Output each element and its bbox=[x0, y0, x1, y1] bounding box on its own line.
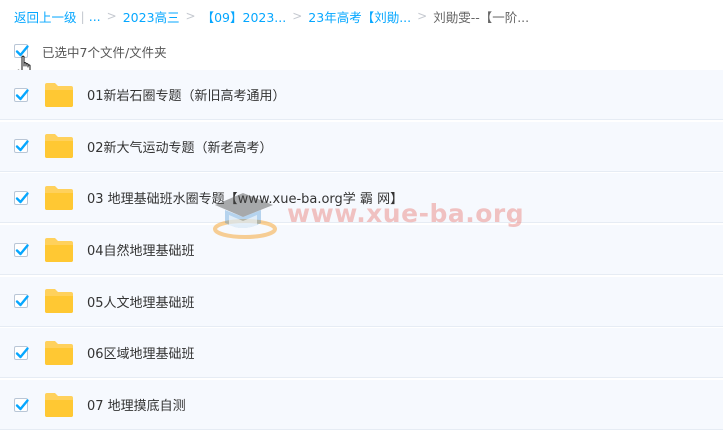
row-checkbox[interactable] bbox=[14, 294, 29, 309]
file-name[interactable]: 05人文地理基础班 bbox=[87, 292, 195, 311]
folder-icon bbox=[45, 82, 73, 107]
check-icon bbox=[15, 398, 29, 410]
breadcrumb-item-1[interactable]: 2023高三 bbox=[123, 7, 180, 26]
list-item[interactable]: 07 地理摸底自测 bbox=[0, 380, 723, 431]
file-name[interactable]: 07 地理摸底自测 bbox=[87, 395, 186, 414]
chevron-right-icon: > bbox=[417, 9, 428, 23]
breadcrumb: 返回上一级 | ... > 2023高三 > 【09】2023... > 23年… bbox=[0, 0, 723, 32]
chevron-right-icon: > bbox=[106, 9, 117, 23]
check-icon bbox=[15, 243, 29, 255]
row-checkbox[interactable] bbox=[14, 242, 29, 257]
row-checkbox[interactable] bbox=[14, 190, 29, 205]
row-checkbox[interactable] bbox=[14, 139, 29, 154]
file-name[interactable]: 01新岩石圈专题（新旧高考通用） bbox=[87, 85, 286, 104]
check-icon bbox=[15, 347, 29, 359]
folder-icon bbox=[45, 289, 73, 314]
folder-icon bbox=[45, 340, 73, 365]
folder-icon bbox=[45, 185, 73, 210]
chevron-right-icon: > bbox=[292, 9, 303, 23]
row-checkbox[interactable] bbox=[14, 87, 29, 102]
selection-bar: 已选中7个文件/文件夹 bbox=[0, 35, 723, 67]
list-item[interactable]: 02新大气运动专题（新老高考） bbox=[0, 121, 723, 172]
row-checkbox[interactable] bbox=[14, 397, 29, 412]
folder-icon bbox=[45, 392, 73, 417]
check-icon bbox=[15, 295, 29, 307]
file-name[interactable]: 04自然地理基础班 bbox=[87, 240, 195, 259]
file-name[interactable]: 02新大气运动专题（新老高考） bbox=[87, 137, 273, 156]
check-icon bbox=[15, 140, 29, 152]
folder-icon bbox=[45, 237, 73, 262]
breadcrumb-current: 刘勛雯--【一阶... bbox=[433, 9, 530, 25]
folder-icon bbox=[45, 134, 73, 159]
file-list: 01新岩石圈专题（新旧高考通用） 02新大气运动专题（新老高考） 03 地理基础… bbox=[0, 70, 723, 432]
breadcrumb-item-2[interactable]: 【09】2023... bbox=[202, 7, 287, 26]
list-item[interactable]: 05人文地理基础班 bbox=[0, 276, 723, 327]
list-item[interactable]: 01新岩石圈专题（新旧高考通用） bbox=[0, 70, 723, 120]
chevron-right-icon: > bbox=[185, 9, 196, 23]
back-link[interactable]: 返回上一级 bbox=[14, 7, 77, 26]
list-item[interactable]: 03 地理基础班水圈专题【www.xue-ba.org学 霸 网】 bbox=[0, 173, 723, 224]
breadcrumb-divider: | bbox=[80, 8, 85, 24]
file-name[interactable]: 03 地理基础班水圈专题【www.xue-ba.org学 霸 网】 bbox=[87, 188, 403, 207]
breadcrumb-ellipsis[interactable]: ... bbox=[89, 9, 101, 24]
breadcrumb-item-3[interactable]: 23年高考【刘勛... bbox=[308, 7, 411, 26]
check-icon bbox=[15, 192, 29, 204]
row-checkbox[interactable] bbox=[14, 345, 29, 360]
file-name[interactable]: 06区域地理基础班 bbox=[87, 343, 195, 362]
list-item[interactable]: 06区域地理基础班 bbox=[0, 328, 723, 379]
list-item[interactable]: 04自然地理基础班 bbox=[0, 225, 723, 276]
check-icon bbox=[15, 88, 29, 100]
selection-status: 已选中7个文件/文件夹 bbox=[42, 44, 167, 60]
